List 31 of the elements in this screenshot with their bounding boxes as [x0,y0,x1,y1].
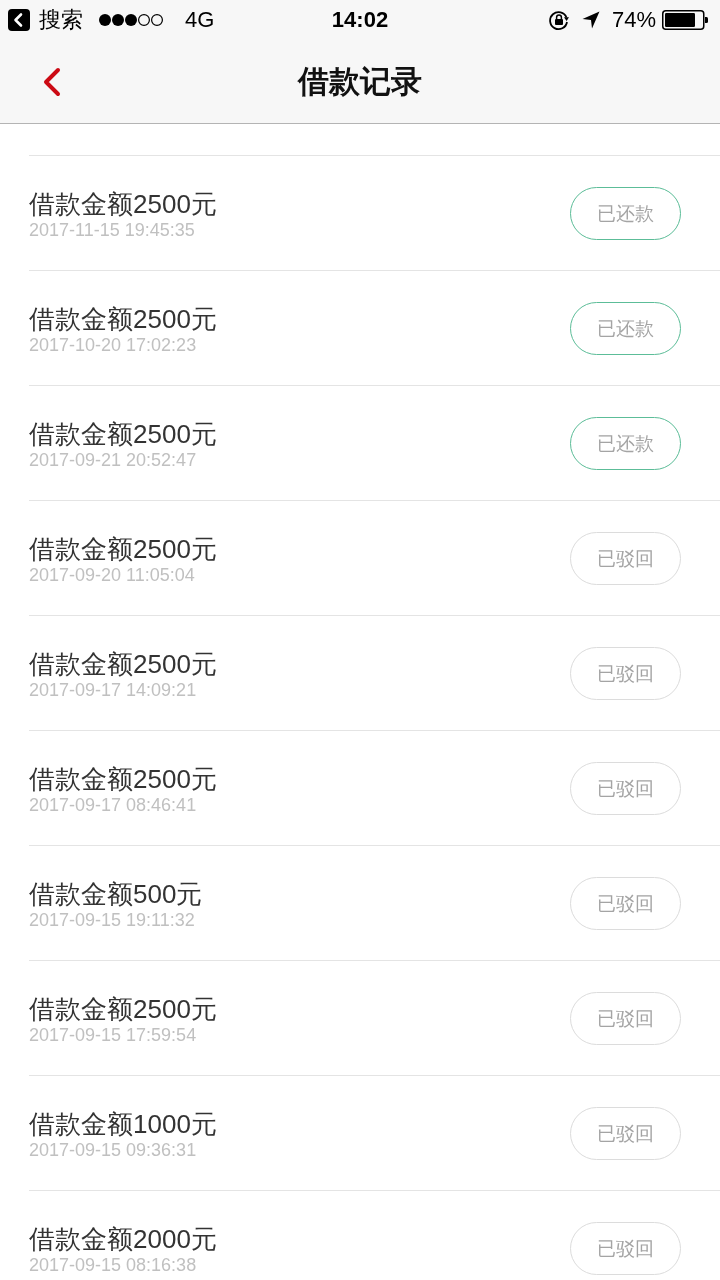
location-arrow-icon [581,11,600,29]
loan-time: 2017-09-15 17:59:54 [29,1025,198,1045]
loan-amount: 借款金额2500元 [29,764,217,795]
loan-amount: 借款金额2000元 [29,1224,217,1255]
back-app-label[interactable]: 搜索 [39,7,83,33]
loan-amount: 借款金额2500元 [29,189,217,220]
loan-time: 2017-10-20 17:02:23 [29,335,198,355]
loan-amount: 借款金额1000元 [29,1109,217,1140]
loan-time: 2017-09-20 11:05:04 [29,565,196,585]
loan-amount: 借款金额2500元 [29,304,217,335]
signal-icon [98,13,164,27]
loan-time: 2017-09-21 20:52:47 [29,450,198,470]
loan-time: 2017-09-15 19:11:32 [29,910,196,930]
loan-amount: 借款金额2500元 [29,994,217,1025]
back-to-app-icon[interactable] [8,9,30,31]
loan-amount: 借款金额500元 [29,879,203,910]
loan-amount: 借款金额2500元 [29,649,217,680]
loan-time: 2017-09-17 14:09:21 [29,680,198,700]
battery-percent: 74% [611,7,656,33]
network-type: 4G [185,7,215,33]
rotation-lock-icon [547,9,570,31]
page-title: 借款记录 [298,62,422,101]
battery-icon [662,10,708,30]
loan-amount: 借款金额2500元 [29,419,217,450]
back-chevron-icon [42,66,62,97]
loan-time: 2017-09-15 09:36:31 [29,1140,198,1160]
loan-time: 2017-09-17 08:46:41 [29,795,198,815]
loan-time: 2017-09-15 08:16:38 [29,1255,198,1275]
loan-amount: 借款金额2500元 [29,534,217,565]
clock-time: 14:02 [331,7,389,33]
loan-time: 2017-11-15 19:45:35 [29,220,196,240]
